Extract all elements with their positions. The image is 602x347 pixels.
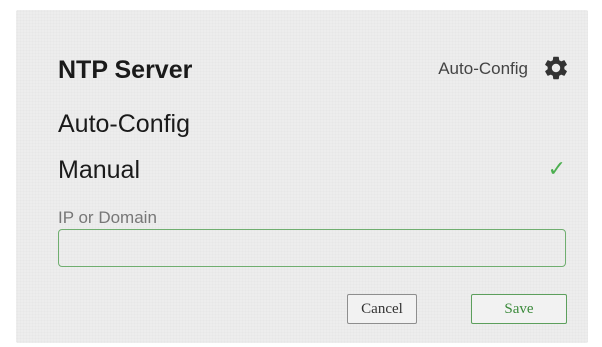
current-mode-label: Auto-Config (438, 59, 528, 78)
ip-domain-label: IP or Domain (58, 208, 157, 227)
checkmark-icon: ✓ (547, 156, 566, 181)
option-manual[interactable]: Manual (58, 156, 140, 185)
page-title: NTP Server (58, 56, 193, 84)
screen: NTP Server Auto-Config Auto-Config Manua… (0, 0, 602, 347)
header-right: Auto-Config (438, 54, 570, 82)
ntp-settings-panel: NTP Server Auto-Config Auto-Config Manua… (16, 10, 588, 343)
settings-button[interactable] (542, 54, 570, 82)
cancel-button[interactable]: Cancel (347, 294, 417, 324)
save-button[interactable]: Save (471, 294, 567, 324)
ip-domain-input[interactable] (58, 229, 566, 267)
option-auto-config[interactable]: Auto-Config (58, 110, 190, 139)
gear-icon (545, 56, 567, 80)
